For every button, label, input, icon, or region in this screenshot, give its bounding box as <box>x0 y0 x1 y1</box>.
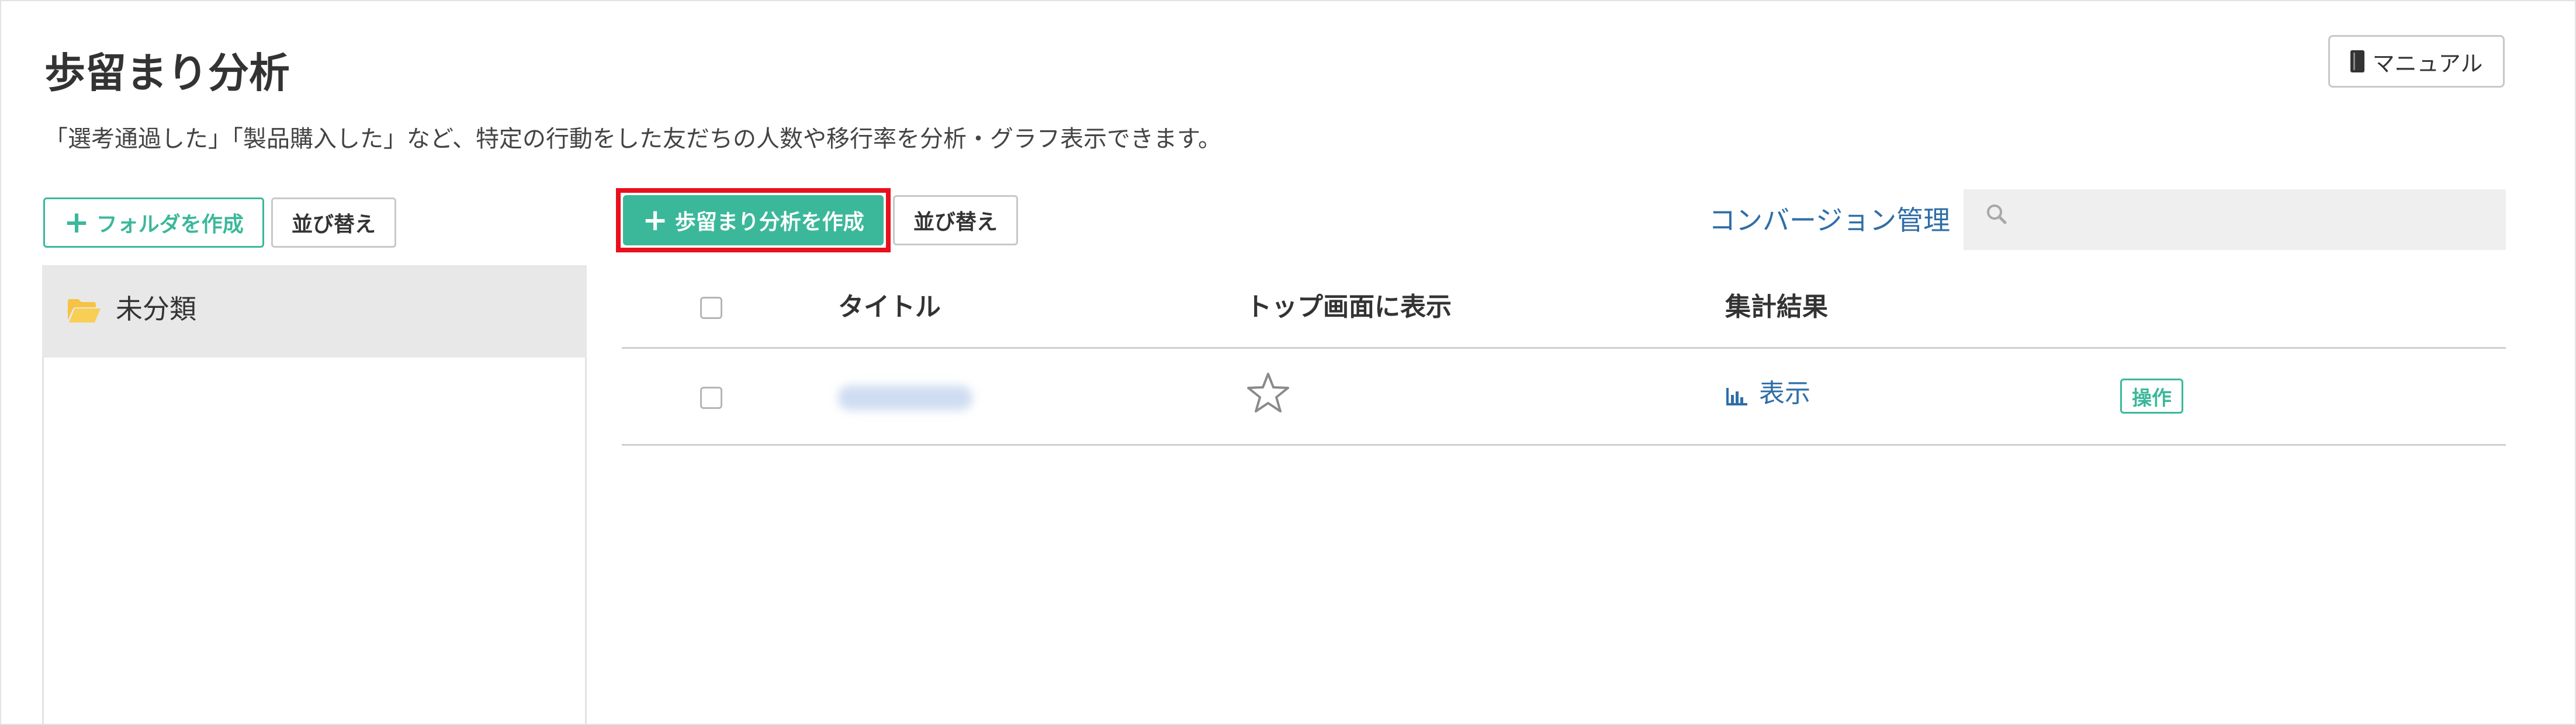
search-icon <box>1987 204 2007 224</box>
show-result-link[interactable]: 表示 <box>1759 381 1810 407</box>
page-title: 歩留まり分析 <box>44 49 290 97</box>
create-folder-label: フォルダを作成 <box>96 213 244 237</box>
conversion-management-link[interactable]: コンバージョン管理 <box>1709 207 1950 234</box>
select-all-checkbox[interactable] <box>700 297 722 319</box>
plus-icon: + <box>642 203 668 238</box>
table-row-divider <box>622 444 2506 446</box>
operation-button[interactable]: 操作 <box>2120 379 2183 414</box>
page-description: 「選考通過した」「製品購入した」など、特定の行動をした友だちの人数や移行率を分析… <box>44 126 1221 152</box>
star-icon[interactable] <box>1246 372 1290 414</box>
folder-sort-button[interactable]: 並び替え <box>271 197 396 248</box>
column-header-show-on-top: トップ画面に表示 <box>1246 292 1452 322</box>
table-header-divider <box>622 347 2506 349</box>
manual-button-label: マニュアル <box>2372 50 2483 77</box>
row-checkbox[interactable] <box>700 387 722 409</box>
manual-button[interactable]: マニュアル <box>2328 35 2505 88</box>
column-header-title: タイトル <box>838 292 941 322</box>
folder-open-icon <box>68 299 101 322</box>
search-input[interactable] <box>1964 189 2506 250</box>
create-analysis-button[interactable]: + 歩留まり分析を作成 <box>623 195 884 245</box>
bar-chart-icon <box>1726 388 1747 405</box>
folder-item-label: 未分類 <box>116 293 196 325</box>
analysis-sort-button[interactable]: 並び替え <box>893 195 1018 245</box>
plus-icon: + <box>64 205 89 240</box>
row-title-link[interactable] <box>838 386 972 410</box>
create-analysis-label: 歩留まり分析を作成 <box>674 210 864 234</box>
create-folder-button[interactable]: + フォルダを作成 <box>43 197 264 248</box>
column-header-result: 集計結果 <box>1725 292 1828 322</box>
book-icon <box>2350 50 2364 72</box>
